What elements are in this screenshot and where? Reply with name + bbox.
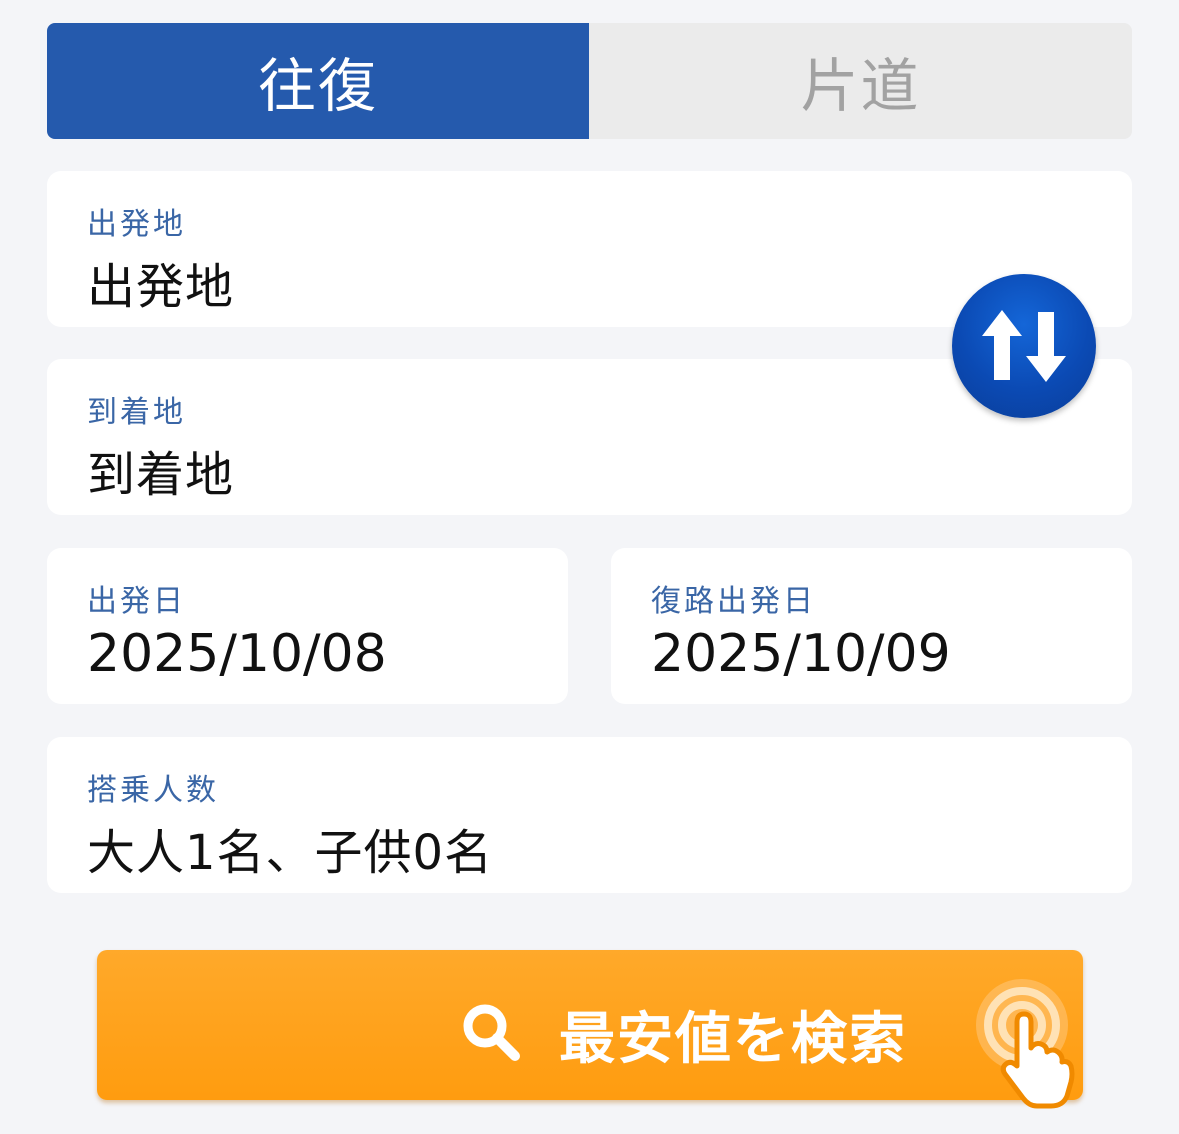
return-date-label: 復路出発日 — [651, 584, 816, 619]
arrival-label: 到着地 — [87, 395, 186, 430]
departure-date-label: 出発日 — [87, 584, 186, 619]
swap-locations-button[interactable] — [952, 274, 1096, 418]
passengers-label: 搭乗人数 — [87, 773, 219, 808]
return-date-field[interactable]: 復路出発日 2025/10/09 — [611, 548, 1132, 704]
search-icon — [463, 1004, 520, 1061]
departure-date-field[interactable]: 出発日 2025/10/08 — [47, 548, 568, 704]
trip-type-tabs: 往復 片道 — [47, 23, 1132, 139]
passengers-value: 大人1名、子供0名 — [87, 825, 494, 881]
departure-value: 出発地 — [87, 259, 235, 315]
flight-search-form: 往復 片道 出発地 出発地 到着地 到着地 出発日 2025/10/08 復路出… — [0, 0, 1179, 1134]
passengers-field[interactable]: 搭乗人数 大人1名、子供0名 — [47, 737, 1132, 893]
departure-label: 出発地 — [87, 207, 186, 242]
tab-one-way[interactable]: 片道 — [589, 23, 1132, 139]
tab-round-trip[interactable]: 往復 — [47, 23, 589, 139]
tap-hand-icon — [976, 979, 1075, 1109]
search-lowest-fare-button[interactable]: 最安値を検索 — [97, 950, 1083, 1109]
arrival-value: 到着地 — [87, 447, 235, 503]
departure-date-value: 2025/10/08 — [87, 624, 387, 684]
search-button-label: 最安値を検索 — [559, 1007, 907, 1072]
return-date-value: 2025/10/09 — [651, 624, 951, 684]
swap-vertical-icon — [982, 310, 1066, 382]
